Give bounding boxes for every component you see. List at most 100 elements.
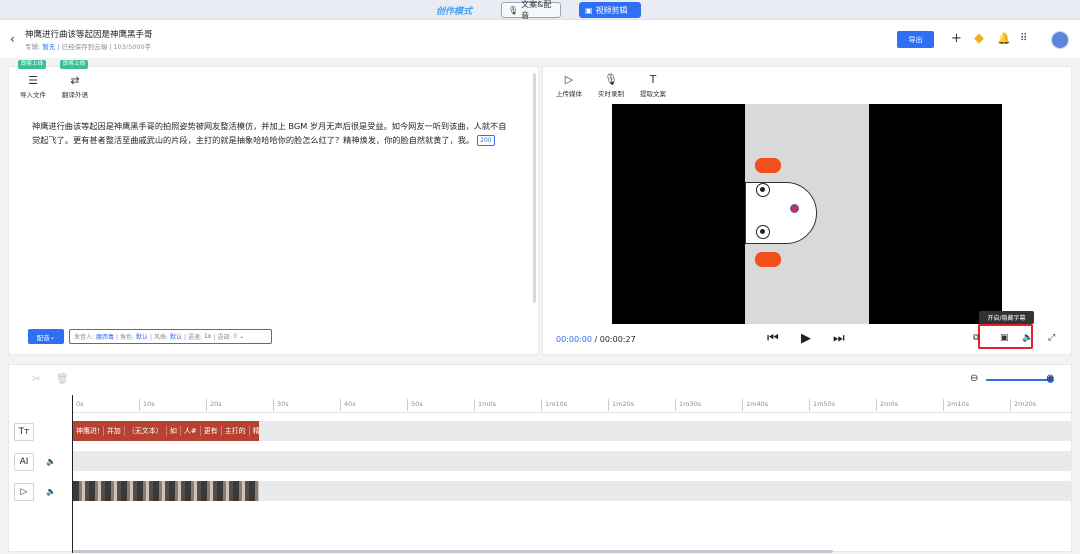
save-status: 已经保存到云端 [61, 43, 108, 51]
extract-text-button[interactable]: T 提取文案 [640, 73, 666, 98]
zoom-in-icon[interactable]: ⊕ [1046, 373, 1054, 384]
video-track-icon[interactable]: ▷ [14, 483, 34, 501]
char-count-tag: 200 [477, 135, 495, 146]
timeline-panel: ✂ 🗑 ⊖ ⊕ 0s 10s 20s 30s 40s 50s 1m0s 1m10… [8, 364, 1072, 553]
preview-panel: ▷ 上传媒体 🎙 实时录制 T 提取文案 00:00:00 / 00:00:27… [542, 66, 1072, 355]
translate-button[interactable]: ⇄ 翻译外语 [62, 74, 88, 99]
voice-settings-select[interactable]: 发音人: 魔西毒 | 角色: 默认 | 风格: 默认 | 语速: 1x | 语调… [69, 329, 272, 344]
ruler-tick: 2m0s [876, 399, 898, 411]
editor-scrollbar[interactable] [533, 73, 536, 303]
header: ‹ 神鹰进行曲该等起因是神鹰黑手哥 专辑: 暂无 | 已经保存到云端 | 103… [0, 20, 1080, 58]
import-file-label: 导入文件 [20, 91, 46, 99]
subtitle-tooltip: 开启/隐藏字幕 [979, 311, 1034, 324]
word-count: 103/5000字 [113, 43, 152, 51]
video-preview[interactable] [612, 104, 1002, 324]
text-track-icon[interactable]: Tт [14, 423, 34, 441]
ruler-tick: 2m20s [1010, 399, 1036, 411]
album-value[interactable]: 暂无 [42, 43, 55, 51]
extract-label: 提取文案 [640, 90, 666, 98]
time-ruler[interactable]: 0s 10s 20s 30s 40s 50s 1m0s 1m10s 1m20s … [72, 395, 1072, 413]
cartoon-face [745, 182, 817, 244]
back-chevron-icon[interactable]: ‹ [10, 32, 15, 46]
coming-soon-badge: 即将上线 [18, 60, 47, 69]
text-clip-segment[interactable]: 主打的 [222, 426, 250, 436]
style-label: | 风格: [150, 334, 168, 341]
text-clip-segment[interactable]: 更有 [201, 426, 222, 436]
tab-video-edit[interactable]: ▣ 视频剪辑 [579, 2, 641, 18]
ruler-tick: 1m30s [675, 399, 701, 411]
upload-media-button[interactable]: ▷ 上传媒体 [556, 73, 582, 98]
aspect-ratio-icon[interactable]: ⧉ [973, 333, 979, 343]
cartoon-cheek [755, 252, 781, 267]
text-clip-segment[interactable]: 如 [167, 426, 181, 436]
time-display: 00:00:00 / 00:00:27 [556, 335, 636, 344]
text-track[interactable]: 神鹰进! 并加 （无文本） 如 人# 更有 主打的 精 你的 我 [73, 421, 1072, 441]
video-track[interactable] [73, 481, 1072, 501]
previous-icon[interactable]: ⏮ [767, 331, 779, 346]
bell-icon[interactable]: 🔔 [997, 31, 1011, 47]
text-clip-segment[interactable]: 人# [181, 426, 201, 436]
tab-label: 文案&配音 [521, 0, 552, 20]
document-title[interactable]: 神鹰进行曲该等起因是神鹰黑手哥 [25, 28, 153, 40]
playhead[interactable] [72, 395, 73, 553]
text-clip-segment[interactable]: 并加 [104, 426, 125, 436]
record-label: 实时录制 [598, 90, 624, 98]
zoom-out-icon[interactable]: ⊖ [970, 373, 978, 384]
ai-voice-track-icon[interactable]: AI [14, 453, 34, 471]
style-value: 默认 [169, 334, 182, 341]
microphone-icon: 🎙 [508, 5, 519, 15]
role-label: | 角色: [116, 334, 134, 341]
trash-icon[interactable]: 🗑 [56, 374, 69, 385]
timeline-scrollbar[interactable] [73, 550, 833, 553]
ruler-tick: 2m10s [943, 399, 969, 411]
live-record-button[interactable]: 🎙 实时录制 [598, 73, 624, 98]
apps-grid-icon[interactable]: ⠿ [1020, 31, 1027, 47]
text-t-icon: T [649, 73, 657, 86]
volume-icon[interactable]: 🔈 [46, 457, 56, 466]
script-content: 神鹰进行曲该等起因是神鹰黑手哥的拍照姿势被网友整活模仿，并加上 BGM 岁月无声… [32, 121, 507, 145]
video-clip-thumbnails[interactable] [73, 481, 259, 501]
mode-logo: 创作模式 [436, 7, 473, 17]
translate-label: 翻译外语 [62, 91, 88, 99]
ai-voice-track[interactable] [73, 451, 1072, 471]
scissors-icon[interactable]: ✂ [32, 374, 40, 385]
tab-script-dubbing[interactable]: 🎙 文案&配音 [501, 0, 561, 20]
plus-icon[interactable]: + [951, 31, 962, 47]
mode-bar: 创作模式 🎙 文案&配音 ▣ 视频剪辑 [0, 0, 1080, 20]
text-clip[interactable]: 神鹰进! 并加 （无文本） 如 人# 更有 主打的 精 你的 我 [73, 421, 259, 441]
speed-value: 1x [203, 333, 212, 340]
microphone-icon: 🎙 [604, 73, 618, 86]
text-clip-segment[interactable]: 精 [250, 426, 259, 436]
script-textarea[interactable]: 神鹰进行曲该等起因是神鹰黑手哥的拍照姿势被网友整活模仿，并加上 BGM 岁月无声… [32, 119, 510, 147]
zoom-slider[interactable] [986, 379, 1050, 381]
text-clip-segment[interactable]: （无文本） [125, 426, 167, 436]
translate-icon: ⇄ [70, 74, 80, 87]
export-button[interactable]: 导出 [897, 31, 934, 48]
dubbing-button[interactable]: 配音 ⌄ [28, 329, 64, 344]
volume-icon[interactable]: 🔈 [1022, 333, 1033, 343]
document-icon: ☰ [28, 74, 38, 87]
fullscreen-icon[interactable]: ⤢ [1048, 333, 1055, 343]
volume-icon[interactable]: 🔈 [46, 487, 56, 496]
ruler-tick: 20s [206, 399, 222, 411]
voice-name: 魔西毒 [96, 334, 115, 341]
speed-label: | 语速: [183, 334, 202, 341]
ruler-tick: 0s [72, 399, 84, 411]
subtitle-toggle-icon[interactable]: ▣ [1000, 333, 1009, 343]
tab-label: 视频剪辑 [595, 5, 628, 15]
ruler-tick: 40s [340, 399, 356, 411]
ruler-tick: 1m0s [474, 399, 496, 411]
coming-soon-badge: 即将上线 [60, 60, 89, 69]
current-time: 00:00:00 [556, 335, 592, 344]
video-icon: ▣ [585, 5, 593, 15]
cartoon-mouth [790, 204, 799, 213]
play-icon[interactable]: ▶ [801, 331, 811, 346]
play-box-icon: ▷ [564, 73, 574, 86]
next-icon[interactable]: ⏭ [833, 331, 845, 346]
text-clip-segment[interactable]: 神鹰进! [73, 426, 104, 436]
diamond-icon[interactable]: ◆ [974, 31, 984, 47]
cartoon-cheek [755, 158, 781, 173]
ruler-tick: 30s [273, 399, 289, 411]
import-file-button[interactable]: ☰ 导入文件 [20, 74, 46, 99]
avatar[interactable] [1051, 31, 1069, 49]
